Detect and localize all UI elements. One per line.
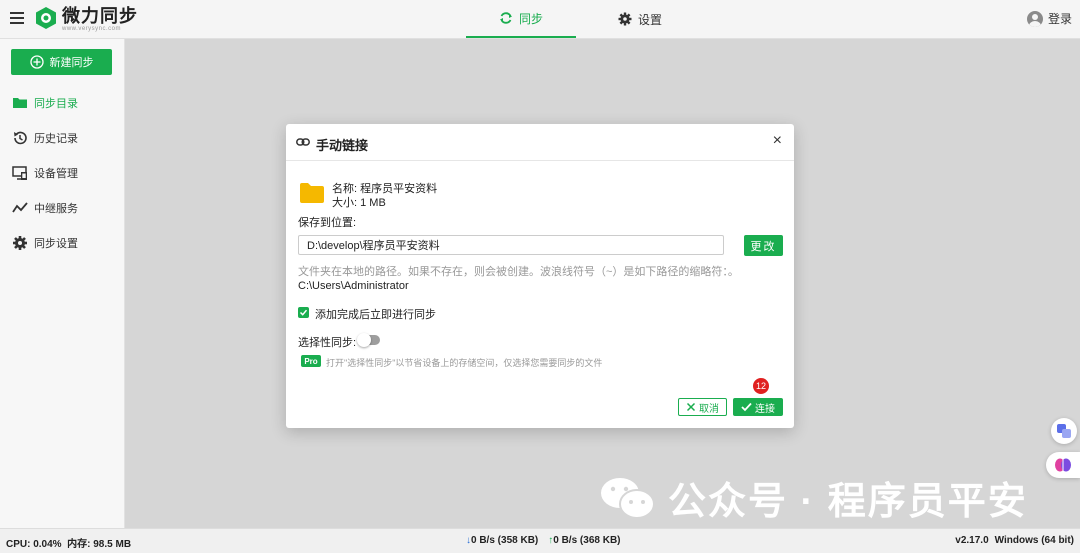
login-label: 登录 xyxy=(1047,12,1072,26)
sync-icon xyxy=(499,12,512,24)
cpu-usage: CPU: 0.04% xyxy=(6,539,62,550)
sidebar-item-label: 同步设置 xyxy=(34,238,78,250)
sidebar-item-devices[interactable]: 设备管理 xyxy=(12,163,78,183)
transfer-rates: ↓0 B/s (358 KB) ↑0 B/s (368 KB) xyxy=(466,535,621,546)
path-hint: 文件夹在本地的路径。如果不存在，则会被创建。波浪线符号（~）是如下路径的缩略符：… xyxy=(298,266,739,278)
cancel-button[interactable]: 取消 xyxy=(678,398,727,416)
close-icon xyxy=(686,402,696,412)
check-icon xyxy=(741,402,752,412)
resource-usage: CPU: 0.04% 内存: 98.5 MB xyxy=(6,535,131,550)
tab-sync[interactable]: 同步 xyxy=(466,0,576,38)
dialog-title: 手动链接 xyxy=(316,138,369,153)
connect-button[interactable]: 连接 xyxy=(733,398,783,416)
home-path: C:\Users\Administrator xyxy=(298,280,409,292)
login-button[interactable]: 登录 xyxy=(1026,10,1072,27)
selective-sync-label: 选择性同步: xyxy=(298,337,357,349)
avatar-icon xyxy=(1026,10,1043,27)
connect-label: 连接 xyxy=(755,403,775,415)
new-sync-button[interactable]: 新建同步 xyxy=(11,49,112,75)
toggle-knob xyxy=(357,333,371,347)
gear-icon xyxy=(618,12,632,26)
brand: 微力同步 www.verysync.com xyxy=(62,6,138,32)
notification-badge: 12 xyxy=(753,378,769,394)
sidebar-item-label: 历史记录 xyxy=(34,133,78,145)
save-path-input[interactable] xyxy=(298,235,724,255)
app-logo-icon xyxy=(36,7,56,29)
memory-usage: 内存: 98.5 MB xyxy=(67,539,132,550)
sidebar-item-label: 设备管理 xyxy=(34,168,78,180)
file-size: 大小: 1 MB xyxy=(332,197,386,209)
pro-hint: 打开"选择性同步"以节省设备上的存储空间，仅选择您需要同步的文件 xyxy=(326,358,603,368)
folder-icon xyxy=(300,183,324,203)
pro-badge: Pro xyxy=(301,355,321,367)
selective-sync-toggle[interactable] xyxy=(357,333,380,347)
gear-icon xyxy=(13,236,27,250)
brain-icon xyxy=(1055,458,1071,472)
translate-button[interactable] xyxy=(1051,418,1077,444)
change-path-button[interactable]: 更改 xyxy=(744,235,783,256)
device-icon xyxy=(12,166,27,180)
tab-settings[interactable]: 设置 xyxy=(600,0,680,38)
save-location-label: 保存到位置: xyxy=(298,217,357,229)
ai-assistant-button[interactable] xyxy=(1046,452,1080,478)
top-bar: 微力同步 www.verysync.com 同步 设置 登录 xyxy=(0,0,1080,39)
tab-sync-label: 同步 xyxy=(518,11,543,26)
new-sync-label: 新建同步 xyxy=(49,57,94,69)
sidebar-item-history[interactable]: 历史记录 xyxy=(12,128,78,148)
status-bar: CPU: 0.04% 内存: 98.5 MB ↓0 B/s (358 KB) ↑… xyxy=(0,528,1080,553)
sidebar-item-sync-folders[interactable]: 同步目录 xyxy=(12,93,78,113)
upload-rate-group: ↑0 B/s (368 KB) xyxy=(548,535,620,546)
sidebar-item-relay[interactable]: 中继服务 xyxy=(12,198,78,218)
sidebar: 新建同步 同步目录 历史记录 设备管理 中继服务 同步设置 xyxy=(0,39,125,528)
app-name: 微力同步 xyxy=(62,6,138,26)
download-rate: 0 B/s (358 KB) xyxy=(471,535,539,546)
sync-after-add-checkbox[interactable] xyxy=(298,307,309,318)
cancel-label: 取消 xyxy=(699,403,719,415)
sync-after-add-label: 添加完成后立即进行同步 xyxy=(315,309,436,321)
link-icon xyxy=(296,138,310,146)
folder-icon xyxy=(13,98,27,108)
tab-settings-label: 设置 xyxy=(637,12,662,27)
manual-link-dialog: 手动链接 × 名称: 程序员平安资料 大小: 1 MB 保存到位置: 更改 文件… xyxy=(286,124,794,428)
sidebar-item-label: 中继服务 xyxy=(34,203,78,215)
version: v2.17.0 xyxy=(955,535,989,546)
sidebar-item-sync-settings[interactable]: 同步设置 xyxy=(12,233,78,253)
plus-circle-icon xyxy=(29,55,44,69)
history-icon xyxy=(14,131,27,145)
version-info: v2.17.0 Windows (64 bit) xyxy=(955,535,1074,546)
os-info: Windows (64 bit) xyxy=(994,535,1074,546)
watermark-text: 公众号 · 程序员平安 xyxy=(668,481,1028,523)
relay-icon xyxy=(12,202,28,213)
translate-icon xyxy=(1057,424,1071,438)
menu-icon[interactable] xyxy=(10,12,24,24)
dialog-header: 手动链接 × xyxy=(286,124,794,161)
close-icon[interactable]: × xyxy=(773,132,782,150)
check-icon xyxy=(299,309,308,316)
sidebar-item-label: 同步目录 xyxy=(34,98,78,110)
watermark: 公众号 · 程序员平安 xyxy=(600,470,1028,525)
upload-rate: 0 B/s (368 KB) xyxy=(553,535,621,546)
download-rate-group: ↓0 B/s (358 KB) xyxy=(466,535,538,546)
app-domain: www.verysync.com xyxy=(62,26,122,32)
wechat-icon xyxy=(601,477,655,519)
